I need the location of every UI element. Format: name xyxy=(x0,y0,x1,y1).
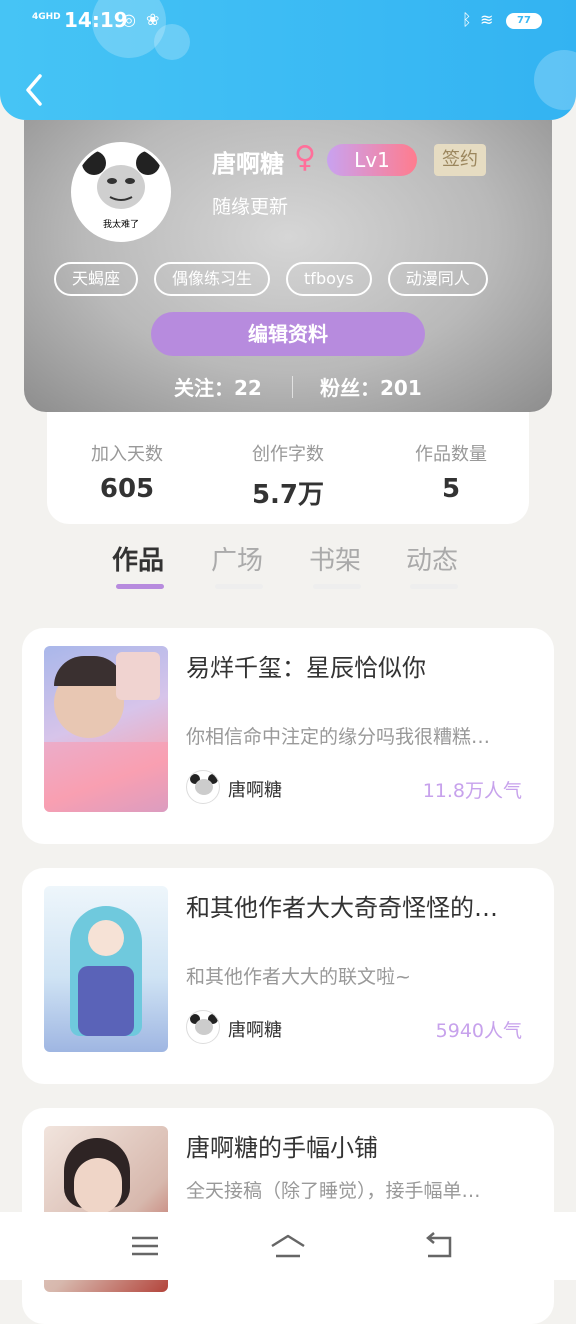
tab-bookshelf[interactable]: 书架 xyxy=(309,540,361,577)
tag-list: 天蝎座 偶像练习生 tfboys 动漫同人 xyxy=(54,262,488,296)
work-title: 唐啊糖的手幅小铺 xyxy=(186,1134,378,1162)
tab-bar: 作品 广场 书架 动态 xyxy=(0,524,576,604)
work-card[interactable]: 易烊千玺：星辰恰似你 你相信命中注定的缘分吗我很糟糕… 唐啊糖 11.8万人气 xyxy=(22,628,554,844)
popularity: 5940人气 xyxy=(435,1020,522,1042)
work-description: 全天接稿（除了睡觉），接手幅单… xyxy=(186,1180,481,1202)
author-name: 唐啊糖 xyxy=(228,1020,282,1041)
menu-icon[interactable] xyxy=(124,1230,164,1262)
divider xyxy=(292,376,293,398)
tag-chip[interactable]: tfboys xyxy=(286,262,372,296)
tag-chip[interactable]: 偶像练习生 xyxy=(154,262,271,296)
author-name: 唐啊糖 xyxy=(228,780,282,801)
tab-works[interactable]: 作品 xyxy=(112,540,164,577)
cover-hair xyxy=(54,656,124,686)
work-title: 和其他作者大大奇奇怪怪的… xyxy=(186,894,498,922)
battery-indicator: 77 xyxy=(506,13,542,29)
avatar[interactable]: 我太难了 xyxy=(71,142,171,242)
book-cover xyxy=(44,886,168,1052)
system-nav-bar xyxy=(0,1212,576,1280)
work-card[interactable]: 和其他作者大大奇奇怪怪的… 和其他作者大大的联文啦~ 唐啊糖 5940人气 xyxy=(22,868,554,1084)
author-avatar xyxy=(186,1010,220,1044)
wifi-icon: ≋ xyxy=(480,10,494,29)
stat-join-days: 加入天数 605 xyxy=(57,440,197,504)
stat-value: 5 xyxy=(441,474,461,504)
tab-square[interactable]: 广场 xyxy=(211,540,263,577)
notification-icon: ◎ xyxy=(122,10,136,29)
cover-face xyxy=(88,920,124,956)
signed-badge: 签约 xyxy=(434,144,486,176)
work-description: 和其他作者大大的联文啦~ xyxy=(186,966,411,988)
network-indicator: 4GHD xyxy=(32,12,61,22)
tag-chip[interactable]: 动漫同人 xyxy=(387,262,488,296)
stat-word-count: 创作字数 5.7万 xyxy=(218,440,358,511)
tab-feed[interactable]: 动态 xyxy=(406,540,458,577)
profile-motto: 随缘更新 xyxy=(212,196,289,218)
tab-underline xyxy=(313,584,361,589)
tab-indicator xyxy=(116,584,164,589)
panda-meme-icon xyxy=(190,1014,218,1035)
edit-profile-button[interactable]: 编辑资料 xyxy=(151,312,425,356)
cover-title-art xyxy=(44,742,168,812)
tab-underline xyxy=(215,584,263,589)
panda-meme-icon xyxy=(190,774,218,795)
author-avatar xyxy=(186,770,220,804)
wechat-icon: ❀ xyxy=(146,10,160,29)
bluetooth-icon: ᛒ xyxy=(462,10,472,29)
female-icon: ♀ xyxy=(294,140,316,175)
stat-value: 605 xyxy=(99,474,155,504)
stat-value: 5.7万 xyxy=(251,480,325,510)
work-description: 你相信命中注定的缘分吗我很糟糕… xyxy=(186,726,491,748)
username: 唐啊糖 xyxy=(212,150,284,178)
status-bar: 4GHD 14:19 ◎ ❀ ᛒ ≋ 77 xyxy=(0,6,576,38)
home-icon[interactable] xyxy=(268,1230,308,1262)
stat-label: 加入天数 xyxy=(91,444,163,465)
back-icon[interactable] xyxy=(420,1230,460,1262)
tag-chip[interactable]: 天蝎座 xyxy=(54,262,139,296)
work-title: 易烊千玺：星辰恰似你 xyxy=(186,654,426,682)
avatar-caption: 我太难了 xyxy=(102,220,139,230)
following-count[interactable]: 关注：22 xyxy=(174,372,262,401)
stats-panel: 加入天数 605 创作字数 5.7万 作品数量 5 xyxy=(47,412,529,524)
decor-bubble xyxy=(534,50,576,110)
back-arrow-icon[interactable] xyxy=(20,70,50,110)
book-cover xyxy=(44,646,168,812)
profile-card: 我太难了 唐啊糖 ♀ Lv1 签约 随缘更新 天蝎座 偶像练习生 tfboys … xyxy=(24,120,552,412)
popularity: 11.8万人气 xyxy=(422,780,522,802)
stat-label: 作品数量 xyxy=(415,444,487,465)
cover-photo xyxy=(116,652,160,700)
stat-label: 创作字数 xyxy=(252,444,324,465)
tab-underline xyxy=(410,584,458,589)
header-bar: 4GHD 14:19 ◎ ❀ ᛒ ≋ 77 xyxy=(0,0,576,120)
cover-dress xyxy=(78,966,134,1036)
level-badge: Lv1 xyxy=(327,144,417,176)
cover-face xyxy=(74,1158,122,1214)
fans-count[interactable]: 粉丝：201 xyxy=(320,372,422,401)
stat-works-count: 作品数量 5 xyxy=(381,440,521,504)
clock: 14:19 xyxy=(64,8,128,32)
